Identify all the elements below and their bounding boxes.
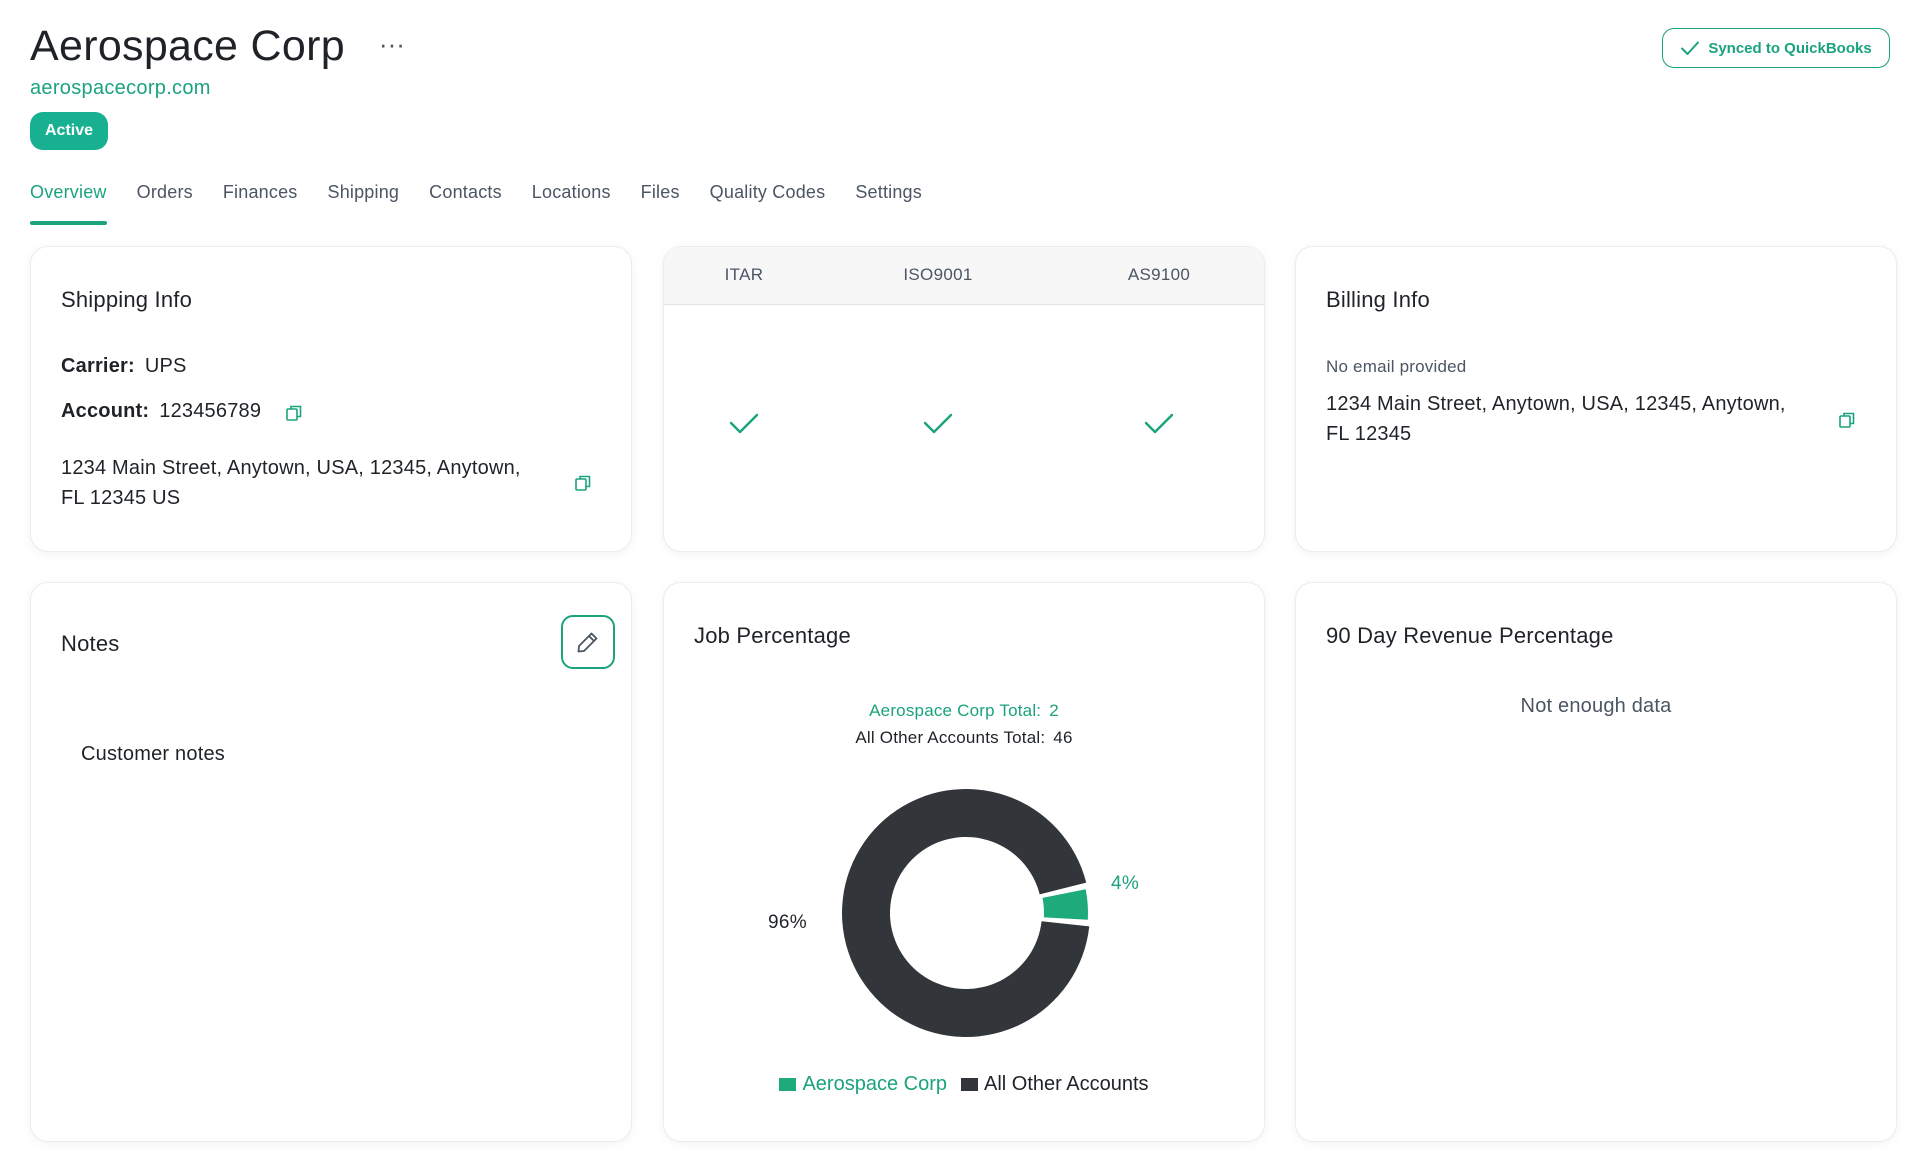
revenue-percentage-title: 90 Day Revenue Percentage — [1326, 623, 1614, 648]
carrier-row: Carrier: UPS — [61, 355, 187, 378]
legend-item-all-other-accounts[interactable]: All Other Accounts — [961, 1073, 1149, 1096]
iso9001-check-icon — [923, 413, 953, 434]
billing-address: 1234 Main Street, Anytown, USA, 12345, A… — [1326, 389, 1786, 449]
shipping-address-line2: FL 12345 US — [61, 487, 181, 509]
revenue-empty-message: Not enough data — [1520, 695, 1672, 717]
edit-notes-button[interactable] — [561, 615, 615, 669]
others-percent-label: 96% — [768, 912, 807, 933]
others-total-label: All Other Accounts Total: — [855, 728, 1046, 747]
certifications-card: ITAR ISO9001 AS9100 — [663, 246, 1265, 552]
legend-label-aerospace-corp: Aerospace Corp — [802, 1073, 947, 1095]
notes-title: Notes — [61, 631, 120, 656]
account-row: Account: 123456789 — [61, 400, 261, 423]
shipping-info-card: Shipping Info Carrier: UPS Account: 123456… — [30, 246, 632, 552]
tab-shipping[interactable]: Shipping — [327, 182, 399, 223]
copy-account-icon[interactable] — [285, 404, 303, 422]
billing-address-line1: 1234 Main Street, Anytown, USA, 12345, A… — [1326, 393, 1786, 415]
sync-label: Synced to QuickBooks — [1708, 39, 1872, 57]
status-badge: Active — [30, 112, 109, 150]
others-total-row: All Other Accounts Total: 46 — [664, 728, 1264, 748]
carrier-value: UPS — [144, 355, 187, 377]
shipping-address-line1: 1234 Main Street, Anytown, USA, 12345, A… — [61, 457, 521, 479]
company-total-value: 2 — [1049, 701, 1059, 720]
revenue-percentage-card: 90 Day Revenue Percentage Not enough dat… — [1295, 582, 1897, 1142]
tab-files[interactable]: Files — [641, 182, 680, 223]
title-row: Aerospace Corp ··· — [30, 22, 405, 71]
billing-address-line2: FL 12345 — [1326, 423, 1412, 445]
legend-swatch-aerospace-corp — [779, 1078, 797, 1091]
cert-label-as9100: AS9100 — [1127, 265, 1191, 284]
tab-contacts[interactable]: Contacts — [429, 182, 502, 223]
company-total-label: Aerospace Corp Total: — [869, 701, 1042, 720]
company-percent-label: 4% — [1111, 873, 1140, 894]
notes-text: Customer notes — [81, 743, 225, 765]
pie-slice-aerospace-corp[interactable] — [1042, 889, 1088, 920]
website-link[interactable]: aerospacecorp.com — [30, 77, 405, 100]
legend-swatch-all-other-accounts — [961, 1078, 978, 1091]
legend-item-aerospace-corp[interactable]: Aerospace Corp — [779, 1073, 947, 1096]
tab-quality-codes[interactable]: Quality Codes — [710, 182, 826, 223]
chart-legend: Aerospace Corp All Other Accounts — [664, 1073, 1264, 1096]
job-percentage-donut-chart — [842, 789, 1090, 1038]
account-value: 123456789 — [159, 400, 262, 422]
cert-label-iso9001: ISO9001 — [903, 265, 973, 284]
copy-shipping-address-icon[interactable] — [574, 474, 592, 492]
billing-info-title: Billing Info — [1326, 287, 1430, 312]
tab-locations[interactable]: Locations — [532, 182, 611, 223]
as9100-check-icon — [1144, 413, 1174, 434]
copy-billing-address-icon[interactable] — [1838, 411, 1856, 429]
legend-label-all-other-accounts: All Other Accounts — [984, 1073, 1149, 1095]
carrier-label: Carrier: — [61, 355, 135, 377]
tab-finances[interactable]: Finances — [223, 182, 298, 223]
others-total-value: 46 — [1053, 728, 1073, 747]
shipping-address: 1234 Main Street, Anytown, USA, 12345, A… — [61, 453, 521, 513]
itar-check-icon — [729, 413, 759, 434]
company-total-row: Aerospace Corp Total: 2 — [664, 701, 1264, 721]
billing-info-card: Billing Info No email provided 1234 Main… — [1295, 246, 1897, 552]
check-icon — [1681, 41, 1700, 55]
tab-settings[interactable]: Settings — [855, 182, 922, 223]
pencil-icon — [577, 632, 598, 653]
quickbooks-sync-button[interactable]: Synced to QuickBooks — [1662, 28, 1890, 68]
account-label: Account: — [61, 400, 150, 422]
billing-email: No email provided — [1326, 357, 1467, 376]
job-percentage-title: Job Percentage — [694, 623, 851, 648]
customer-header: Aerospace Corp ··· aerospacecorp.com Act… — [30, 22, 405, 150]
tab-bar: Overview Orders Finances Shipping Contac… — [30, 182, 922, 225]
shipping-info-title: Shipping Info — [61, 287, 193, 312]
cert-label-itar: ITAR — [724, 265, 764, 284]
tab-orders[interactable]: Orders — [137, 182, 193, 223]
page-title: Aerospace Corp — [30, 22, 345, 70]
job-percentage-card: Job Percentage Aerospace Corp Total: 2 Al… — [663, 582, 1265, 1142]
tab-overview[interactable]: Overview — [30, 182, 107, 225]
more-options-button[interactable]: ··· — [379, 31, 405, 57]
notes-card: Notes Customer notes — [30, 582, 632, 1142]
